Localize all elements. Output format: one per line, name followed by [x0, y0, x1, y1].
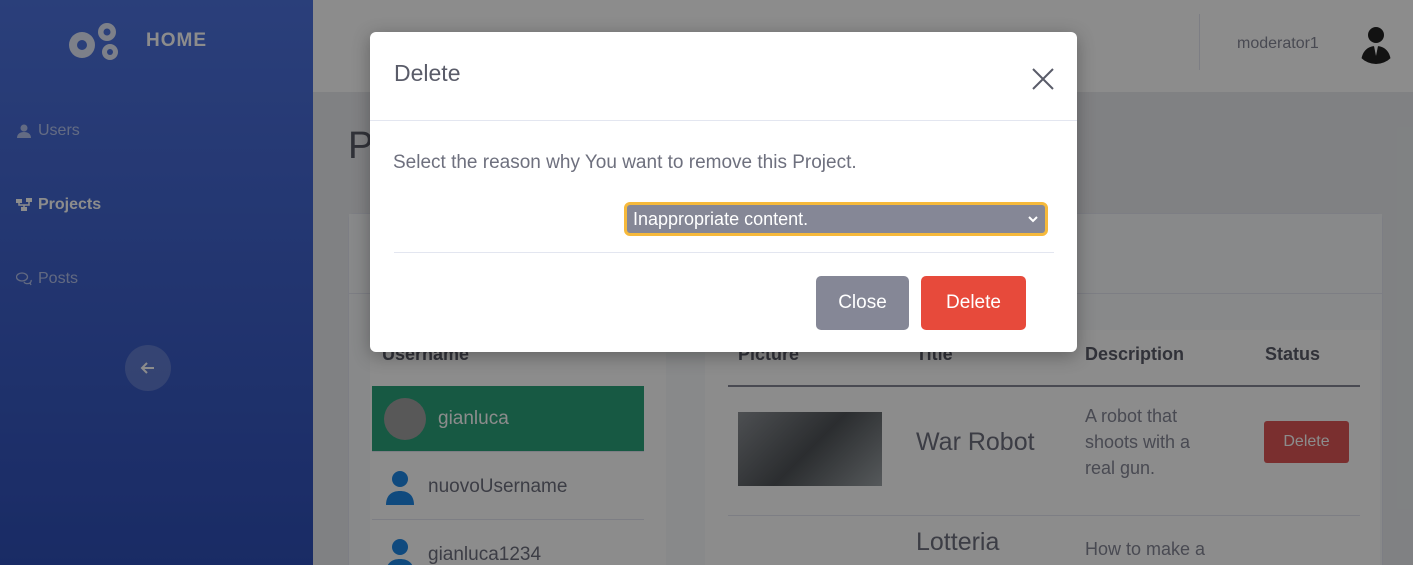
- chevron-down-icon: [1028, 216, 1038, 223]
- modal-body-text: Select the reason why You want to remove…: [393, 152, 857, 173]
- close-icon[interactable]: [1030, 66, 1056, 92]
- reason-select[interactable]: Inappropriate content.: [624, 202, 1048, 236]
- reason-select-value: Inappropriate content.: [633, 208, 809, 229]
- modal-title: Delete: [394, 60, 461, 86]
- delete-modal: Delete Select the reason why You want to…: [370, 32, 1077, 352]
- modal-header: Delete: [370, 32, 1077, 121]
- close-button[interactable]: Close: [816, 276, 909, 330]
- delete-button[interactable]: Delete: [921, 276, 1026, 330]
- modal-separator: [394, 252, 1054, 253]
